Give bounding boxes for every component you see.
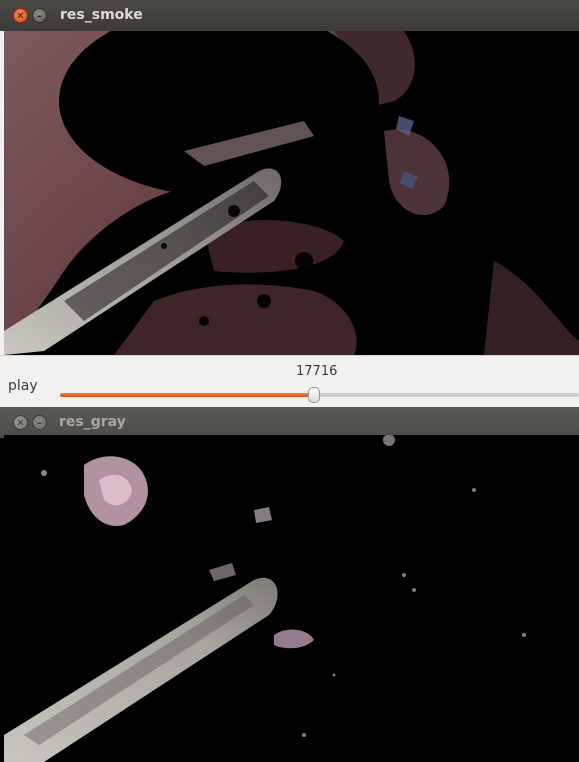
window-title: res_gray	[59, 414, 126, 430]
trackbar-panel: play 17716	[0, 355, 579, 407]
smoke-image-view	[4, 6, 579, 355]
gray-frame-image	[4, 434, 579, 762]
minimize-icon[interactable]: –	[32, 8, 47, 23]
smoke-frame-image	[4, 6, 579, 355]
window-title: res_smoke	[60, 7, 143, 23]
res-gray-titlebar[interactable]: ✕ – res_gray	[0, 407, 579, 438]
res-smoke-titlebar[interactable]: ✕ – res_smoke	[0, 0, 579, 31]
close-icon[interactable]: ✕	[13, 415, 28, 430]
trackbar-label: play	[8, 378, 38, 394]
res-smoke-window: ✕ – res_smoke play 17716	[0, 0, 579, 407]
minimize-icon[interactable]: –	[32, 415, 47, 430]
trackbar-value: 17716	[296, 364, 338, 379]
slider-handle[interactable]	[308, 387, 321, 403]
close-icon[interactable]: ✕	[13, 8, 28, 23]
play-slider[interactable]	[60, 387, 579, 403]
slider-fill	[60, 393, 315, 397]
gray-image-view	[4, 434, 579, 762]
res-gray-window: ✕ – res_gray	[0, 407, 579, 762]
